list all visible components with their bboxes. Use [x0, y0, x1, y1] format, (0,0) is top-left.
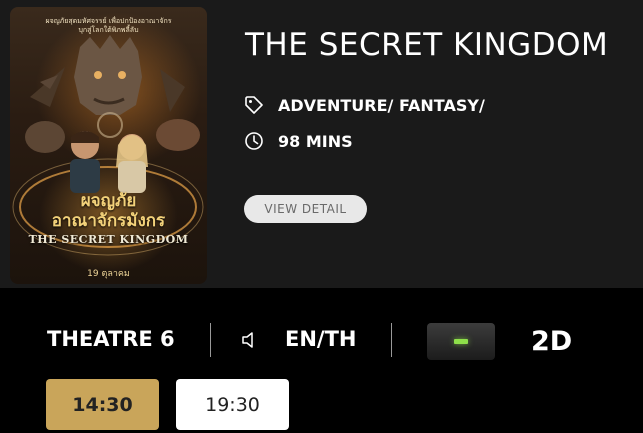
- language-label: EN/TH: [285, 327, 357, 351]
- poster-release-date: 19 ตุลาคม: [87, 269, 130, 279]
- duration-row: 98 MINS: [244, 131, 353, 151]
- genre-text: ADVENTURE/ FANTASY/: [278, 95, 485, 115]
- poster-thai-title-line-1: ผจญภัย: [80, 191, 137, 211]
- poster-thai-title-line-2: อาณาจักรมังกร: [51, 211, 166, 231]
- tag-icon: [245, 96, 263, 114]
- format-label: 2D: [531, 326, 573, 357]
- view-detail-button[interactable]: VIEW DETAIL: [244, 195, 367, 223]
- duration-text: 98 MINS: [278, 131, 353, 151]
- poster-thai-title: ผจญภัย อาณาจักรมังกร: [10, 191, 207, 231]
- divider: [391, 323, 392, 357]
- poster-tagline-line-1: ผจญภัยสุดมหัศจรรย์ เพื่อปกป้องอาณาจักร: [45, 17, 172, 25]
- showtime-button-selected[interactable]: 14:30: [46, 379, 159, 430]
- movie-poster[interactable]: ผจญภัยสุดมหัศจรรย์ เพื่อปกป้องอาณาจักร บ…: [10, 7, 207, 284]
- speaker-icon: [242, 332, 253, 348]
- poster-english-title: THE SECRET KINGDOM: [28, 233, 189, 246]
- poster-tagline: ผจญภัยสุดมหัศจรรย์ เพื่อปกป้องอาณาจักร บ…: [18, 17, 199, 35]
- movie-title: THE SECRET KINGDOM: [245, 27, 609, 63]
- format-indicator-icon: [454, 339, 468, 344]
- divider: [210, 323, 211, 357]
- format-badge: [427, 323, 495, 360]
- genre-row: ADVENTURE/ FANTASY/: [244, 95, 485, 115]
- clock-icon: [245, 132, 263, 150]
- theatre-label: THEATRE 6: [47, 327, 175, 351]
- poster-tagline-line-2: บุกสู่โลกใต้พิภพลี้ลับ: [78, 26, 139, 34]
- showtime-button[interactable]: 19:30: [176, 379, 289, 430]
